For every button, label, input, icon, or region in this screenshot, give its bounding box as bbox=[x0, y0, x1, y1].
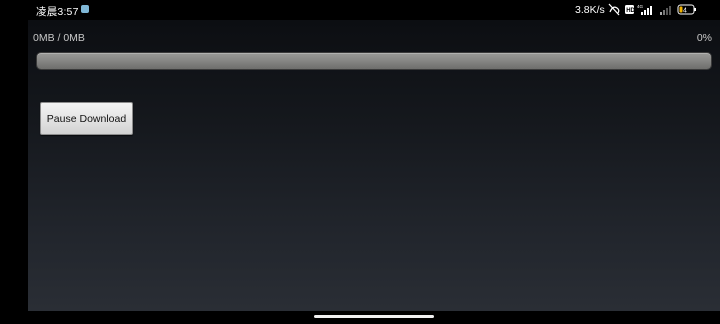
notification-dot-icon bbox=[81, 5, 89, 13]
svg-text:4G: 4G bbox=[637, 4, 644, 9]
status-bar: 凌晨3:57 3.8K/s HD 4G 4 bbox=[0, 0, 720, 20]
pause-download-button[interactable]: Pause Download bbox=[40, 102, 133, 135]
download-progress-bar bbox=[37, 53, 711, 69]
home-indicator[interactable] bbox=[314, 315, 434, 318]
screen: 凌晨3:57 3.8K/s HD 4G 4 0MB / 0MB 0% Pause… bbox=[0, 0, 720, 324]
battery-icon: 4 bbox=[677, 4, 696, 15]
signal-4g-icon: 4G bbox=[637, 4, 652, 15]
download-screen: 0MB / 0MB 0% Pause Download bbox=[28, 20, 720, 311]
network-speed: 3.8K/s bbox=[575, 4, 605, 16]
signal-weak-icon bbox=[660, 6, 671, 15]
navigation-bar bbox=[0, 311, 720, 324]
status-icons: HD 4G 4 bbox=[608, 3, 700, 16]
nfc-off-icon bbox=[608, 3, 620, 16]
battery-level: 4 bbox=[683, 8, 687, 15]
svg-text:HD: HD bbox=[626, 8, 635, 14]
download-size-text: 0MB / 0MB bbox=[33, 32, 85, 44]
download-percent-text: 0% bbox=[696, 32, 712, 44]
status-time: 凌晨3:57 bbox=[36, 6, 79, 18]
hd-icon: HD bbox=[625, 5, 636, 14]
